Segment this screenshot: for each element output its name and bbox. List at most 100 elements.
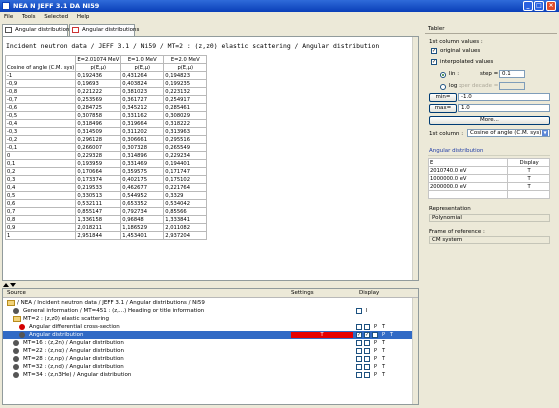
- value-cell: 0,223132: [163, 87, 208, 96]
- menu-help[interactable]: Help: [77, 14, 90, 20]
- close-button[interactable]: ×: [546, 1, 556, 11]
- tree-row[interactable]: MT=22 : (z,nα) / Angular distribution P T: [3, 347, 418, 355]
- display-checkbox[interactable]: [364, 324, 370, 330]
- value-cell: 0,229234: [163, 151, 208, 160]
- max-input[interactable]: 1.0: [458, 104, 550, 112]
- expand-down-icon[interactable]: [10, 283, 16, 287]
- original-values-checkbox[interactable]: ✓: [431, 48, 437, 54]
- tree-row[interactable]: MT=16 : (z,2n) / Angular distribution P T: [3, 339, 418, 347]
- menu-file[interactable]: File: [4, 14, 13, 20]
- tree-row[interactable]: Angular distribution T ✓ ✓ P T: [3, 331, 418, 339]
- tree-row[interactable]: / NEA / Incident neutron data / JEFF 3.1…: [3, 299, 418, 307]
- cosine-cell: 0,5: [4, 191, 77, 200]
- per-decade-input[interactable]: [499, 82, 525, 90]
- expand-up-icon[interactable]: [3, 283, 9, 287]
- setting-indicator[interactable]: T: [291, 332, 353, 338]
- value-cell: 0,171747: [163, 167, 208, 176]
- chevron-down-icon[interactable]: ▼: [542, 130, 548, 136]
- energy-display[interactable]: T: [507, 182, 550, 191]
- menu-tools[interactable]: Tools: [22, 14, 36, 20]
- energy-row[interactable]: 2000000.0 eV T: [427, 182, 550, 191]
- min-button[interactable]: min=: [429, 93, 457, 102]
- value-cell: 0,175102: [163, 175, 208, 184]
- value-cell: 0,359575: [120, 167, 165, 176]
- energy-value: 2000000.0 eV: [427, 182, 509, 191]
- value-cell: 0,254917: [163, 95, 208, 104]
- tab-angular-table[interactable]: Angular distributions: [2, 24, 72, 36]
- tree-row[interactable]: MT=34 : (z,n3He) / Angular distribution P…: [3, 371, 418, 379]
- display-checkbox[interactable]: [372, 332, 378, 338]
- display-checkbox[interactable]: ✓: [356, 332, 362, 338]
- menu-selected[interactable]: Selected: [44, 14, 68, 20]
- maximize-button[interactable]: □: [534, 1, 544, 11]
- plot-icon: [72, 27, 79, 33]
- energy-value: 1000000.0 eV: [427, 174, 509, 183]
- energy-row[interactable]: 2010740.0 eV T: [427, 166, 550, 175]
- value-cell: 0,307328: [120, 143, 165, 152]
- table-row: 0 0,229328 0,314896 0,229234: [4, 151, 208, 160]
- value-cell: 0,229328: [75, 151, 122, 160]
- lin-radio[interactable]: [440, 72, 446, 78]
- first-col-select[interactable]: Cosine of angle (C.M. sys) ▼: [467, 129, 550, 137]
- display-checkbox[interactable]: [364, 356, 370, 362]
- table-row: -0,7 0,253569 0,361727 0,254917: [4, 95, 208, 104]
- display-checkbox[interactable]: [364, 364, 370, 370]
- step-label: step =: [480, 71, 499, 77]
- value-cell: 0,330513: [75, 191, 122, 200]
- display-checkbox[interactable]: [364, 372, 370, 378]
- tree-scrollbar[interactable]: [412, 298, 418, 404]
- first-col-select-value: Cosine of angle (C.M. sys): [470, 130, 542, 136]
- tabler-title: Tabler: [425, 24, 557, 34]
- max-button[interactable]: max=: [429, 104, 457, 113]
- display-checkbox[interactable]: [356, 372, 362, 378]
- display-checkbox[interactable]: [364, 348, 370, 354]
- step-input[interactable]: 0.1: [499, 70, 525, 78]
- value-cell: 0,792734: [120, 207, 165, 216]
- tab-label: Angular distributions: [82, 27, 140, 33]
- table-pane: Incident neutron data / JEFF 3.1 / Ni59 …: [2, 36, 419, 281]
- data-table: Cosine of angle (C.M. sys) E=2.01074 MeV…: [4, 55, 208, 240]
- display-checkbox[interactable]: [356, 324, 362, 330]
- table-row: -0,9 0,19693 0,403824 0,199235: [4, 79, 208, 88]
- tree-row[interactable]: MT=2 : (z,z0) elastic scattering: [3, 315, 418, 323]
- more-button[interactable]: More...: [429, 116, 550, 125]
- table-row: 0,4 0,219533 0,462677 0,221764: [4, 183, 208, 192]
- vertical-scrollbar[interactable]: [412, 37, 418, 280]
- minimize-button[interactable]: _: [523, 1, 533, 11]
- value-cell: 0,96848: [120, 215, 165, 224]
- energy-header: E=2.01074 MeV: [75, 55, 122, 64]
- tree-row[interactable]: MT=28 : (z,np) / Angular distribution P T: [3, 355, 418, 363]
- value-cell: 0,318222: [163, 119, 208, 128]
- tree-label: MT=16 : (z,2n) / Angular distribution: [23, 340, 124, 346]
- display-checkbox[interactable]: [356, 308, 362, 314]
- min-input[interactable]: -1.0: [458, 93, 550, 101]
- energy-display[interactable]: T: [507, 174, 550, 183]
- display-checkbox[interactable]: [356, 364, 362, 370]
- representation-value: Polynomial: [429, 214, 550, 222]
- value-cell: 0,345212: [120, 103, 165, 112]
- value-cell: 0,3329: [163, 191, 208, 200]
- display-option-label: I: [366, 308, 368, 314]
- interpolated-values-checkbox[interactable]: ✓: [431, 59, 437, 65]
- energy-display[interactable]: T: [507, 166, 550, 175]
- table-row: -0,4 0,318496 0,319664 0,318222: [4, 119, 208, 128]
- energy-row[interactable]: 1000000.0 eV T: [427, 174, 550, 183]
- display-checkbox[interactable]: [356, 356, 362, 362]
- tab-angular-plot[interactable]: Angular distributions: [69, 24, 139, 36]
- display-checkbox[interactable]: [356, 340, 362, 346]
- display-option-label: T: [382, 372, 386, 378]
- value-cell: 0,253569: [75, 95, 122, 104]
- tree-label: MT=32 : (z,nd) / Angular distribution: [23, 364, 124, 370]
- display-checkbox[interactable]: [356, 348, 362, 354]
- display-checkbox[interactable]: ✓: [364, 332, 370, 338]
- display-option-label: P: [374, 348, 378, 354]
- tree-row[interactable]: General information / MT=451 : (z,...) H…: [3, 307, 418, 315]
- value-cell: 0,462677: [120, 183, 165, 192]
- display-checkbox[interactable]: [364, 340, 370, 346]
- value-cell: 2,011082: [163, 223, 208, 232]
- tree-row[interactable]: MT=32 : (z,nd) / Angular distribution P T: [3, 363, 418, 371]
- tree-row[interactable]: Angular differential cross-section P T: [3, 323, 418, 331]
- value-cell: 0,85566: [163, 207, 208, 216]
- value-cell: 0,319664: [120, 119, 165, 128]
- log-radio[interactable]: [440, 84, 446, 90]
